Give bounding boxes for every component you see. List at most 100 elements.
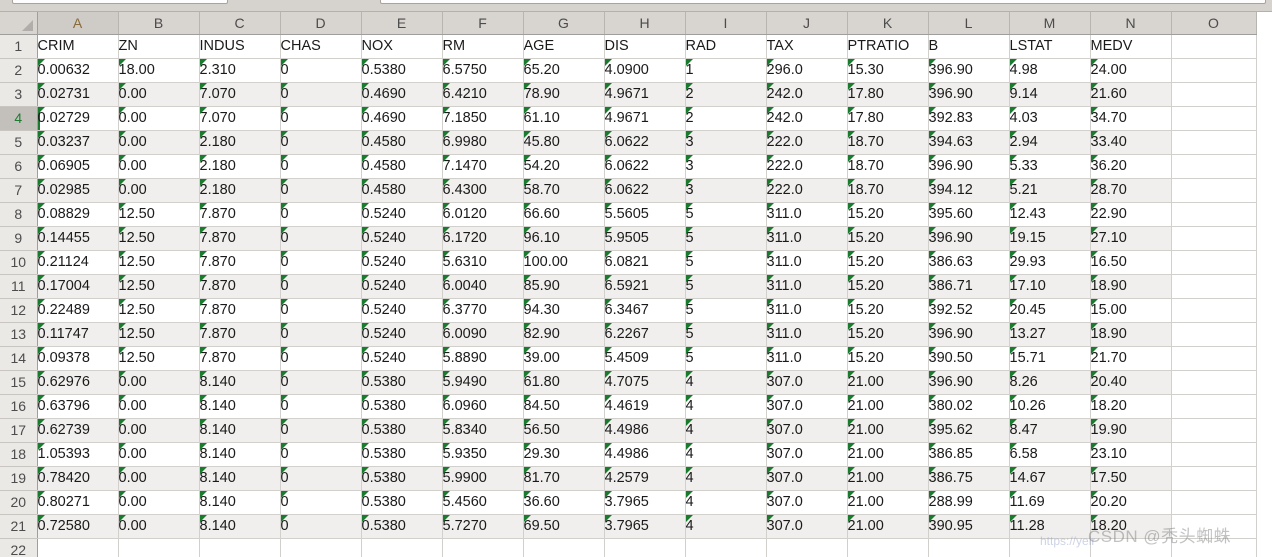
cell-K1[interactable]: PTRATIO: [847, 34, 929, 59]
cell-O7[interactable]: [1171, 178, 1257, 203]
column-header-c[interactable]: C: [199, 12, 281, 35]
cell-J16[interactable]: 307.0: [766, 394, 848, 419]
cell-A6[interactable]: 0.06905: [37, 154, 119, 179]
cell-I9[interactable]: 5: [685, 226, 767, 251]
cell-K14[interactable]: 15.20: [847, 346, 929, 371]
cell-E15[interactable]: 0.5380: [361, 370, 443, 395]
cell-D22[interactable]: [280, 538, 362, 557]
cell-G3[interactable]: 78.90: [523, 82, 605, 107]
row-header-6[interactable]: 6: [0, 154, 38, 179]
cell-D7[interactable]: 0: [280, 178, 362, 203]
cell-O8[interactable]: [1171, 202, 1257, 227]
cell-K4[interactable]: 17.80: [847, 106, 929, 131]
row-header-9[interactable]: 9: [0, 226, 38, 251]
column-header-m[interactable]: M: [1009, 12, 1091, 35]
column-header-k[interactable]: K: [847, 12, 929, 35]
cell-N14[interactable]: 21.70: [1090, 346, 1172, 371]
cell-N9[interactable]: 27.10: [1090, 226, 1172, 251]
cell-G6[interactable]: 54.20: [523, 154, 605, 179]
cell-K5[interactable]: 18.70: [847, 130, 929, 155]
cell-N12[interactable]: 15.00: [1090, 298, 1172, 323]
cell-I7[interactable]: 3: [685, 178, 767, 203]
cell-A7[interactable]: 0.02985: [37, 178, 119, 203]
cell-B9[interactable]: 12.50: [118, 226, 200, 251]
cell-D15[interactable]: 0: [280, 370, 362, 395]
cell-B18[interactable]: 0.00: [118, 442, 200, 467]
cell-D8[interactable]: 0: [280, 202, 362, 227]
cell-F14[interactable]: 5.8890: [442, 346, 524, 371]
cell-K12[interactable]: 15.20: [847, 298, 929, 323]
cell-A18[interactable]: 1.05393: [37, 442, 119, 467]
cell-D3[interactable]: 0: [280, 82, 362, 107]
cell-J8[interactable]: 311.0: [766, 202, 848, 227]
cell-J13[interactable]: 311.0: [766, 322, 848, 347]
cell-J22[interactable]: [766, 538, 848, 557]
cell-I21[interactable]: 4: [685, 514, 767, 539]
cell-G9[interactable]: 96.10: [523, 226, 605, 251]
cell-F11[interactable]: 6.0040: [442, 274, 524, 299]
cell-J5[interactable]: 222.0: [766, 130, 848, 155]
cell-A8[interactable]: 0.08829: [37, 202, 119, 227]
cell-E22[interactable]: [361, 538, 443, 557]
cell-G19[interactable]: 81.70: [523, 466, 605, 491]
cell-J6[interactable]: 222.0: [766, 154, 848, 179]
cell-N16[interactable]: 18.20: [1090, 394, 1172, 419]
cell-M16[interactable]: 10.26: [1009, 394, 1091, 419]
cell-H16[interactable]: 4.4619: [604, 394, 686, 419]
row-header-22[interactable]: 22: [0, 538, 38, 557]
cell-N10[interactable]: 16.50: [1090, 250, 1172, 275]
cell-G10[interactable]: 100.00: [523, 250, 605, 275]
column-header-i[interactable]: I: [685, 12, 767, 35]
cell-N13[interactable]: 18.90: [1090, 322, 1172, 347]
cell-I10[interactable]: 5: [685, 250, 767, 275]
cell-F2[interactable]: 6.5750: [442, 58, 524, 83]
cell-I19[interactable]: 4: [685, 466, 767, 491]
cell-B13[interactable]: 12.50: [118, 322, 200, 347]
cell-K2[interactable]: 15.30: [847, 58, 929, 83]
cell-I15[interactable]: 4: [685, 370, 767, 395]
cell-A10[interactable]: 0.21124: [37, 250, 119, 275]
cell-F5[interactable]: 6.9980: [442, 130, 524, 155]
cell-E19[interactable]: 0.5380: [361, 466, 443, 491]
cell-J7[interactable]: 222.0: [766, 178, 848, 203]
cell-C22[interactable]: [199, 538, 281, 557]
cell-F1[interactable]: RM: [442, 34, 524, 59]
cell-A2[interactable]: 0.00632: [37, 58, 119, 83]
name-box[interactable]: [12, 0, 228, 4]
cell-B22[interactable]: [118, 538, 200, 557]
cell-O5[interactable]: [1171, 130, 1257, 155]
cell-J12[interactable]: 311.0: [766, 298, 848, 323]
cell-J1[interactable]: TAX: [766, 34, 848, 59]
row-header-19[interactable]: 19: [0, 466, 38, 491]
cell-C8[interactable]: 7.870: [199, 202, 281, 227]
row-header-3[interactable]: 3: [0, 82, 38, 107]
cell-D16[interactable]: 0: [280, 394, 362, 419]
cell-K22[interactable]: [847, 538, 929, 557]
cell-O20[interactable]: [1171, 490, 1257, 515]
cell-C5[interactable]: 2.180: [199, 130, 281, 155]
cell-N17[interactable]: 19.90: [1090, 418, 1172, 443]
cell-C7[interactable]: 2.180: [199, 178, 281, 203]
cell-N19[interactable]: 17.50: [1090, 466, 1172, 491]
cell-B16[interactable]: 0.00: [118, 394, 200, 419]
cell-A11[interactable]: 0.17004: [37, 274, 119, 299]
cell-H5[interactable]: 6.0622: [604, 130, 686, 155]
cell-B4[interactable]: 0.00: [118, 106, 200, 131]
cell-I5[interactable]: 3: [685, 130, 767, 155]
cell-B11[interactable]: 12.50: [118, 274, 200, 299]
cell-I2[interactable]: 1: [685, 58, 767, 83]
cell-I18[interactable]: 4: [685, 442, 767, 467]
cell-C12[interactable]: 7.870: [199, 298, 281, 323]
cell-O22[interactable]: [1171, 538, 1257, 557]
cell-A22[interactable]: [37, 538, 119, 557]
cell-D19[interactable]: 0: [280, 466, 362, 491]
cell-C4[interactable]: 7.070: [199, 106, 281, 131]
cell-A14[interactable]: 0.09378: [37, 346, 119, 371]
cell-A16[interactable]: 0.63796: [37, 394, 119, 419]
cell-N6[interactable]: 36.20: [1090, 154, 1172, 179]
cell-I8[interactable]: 5: [685, 202, 767, 227]
cell-C14[interactable]: 7.870: [199, 346, 281, 371]
cell-M15[interactable]: 8.26: [1009, 370, 1091, 395]
cell-J3[interactable]: 242.0: [766, 82, 848, 107]
cell-G22[interactable]: [523, 538, 605, 557]
